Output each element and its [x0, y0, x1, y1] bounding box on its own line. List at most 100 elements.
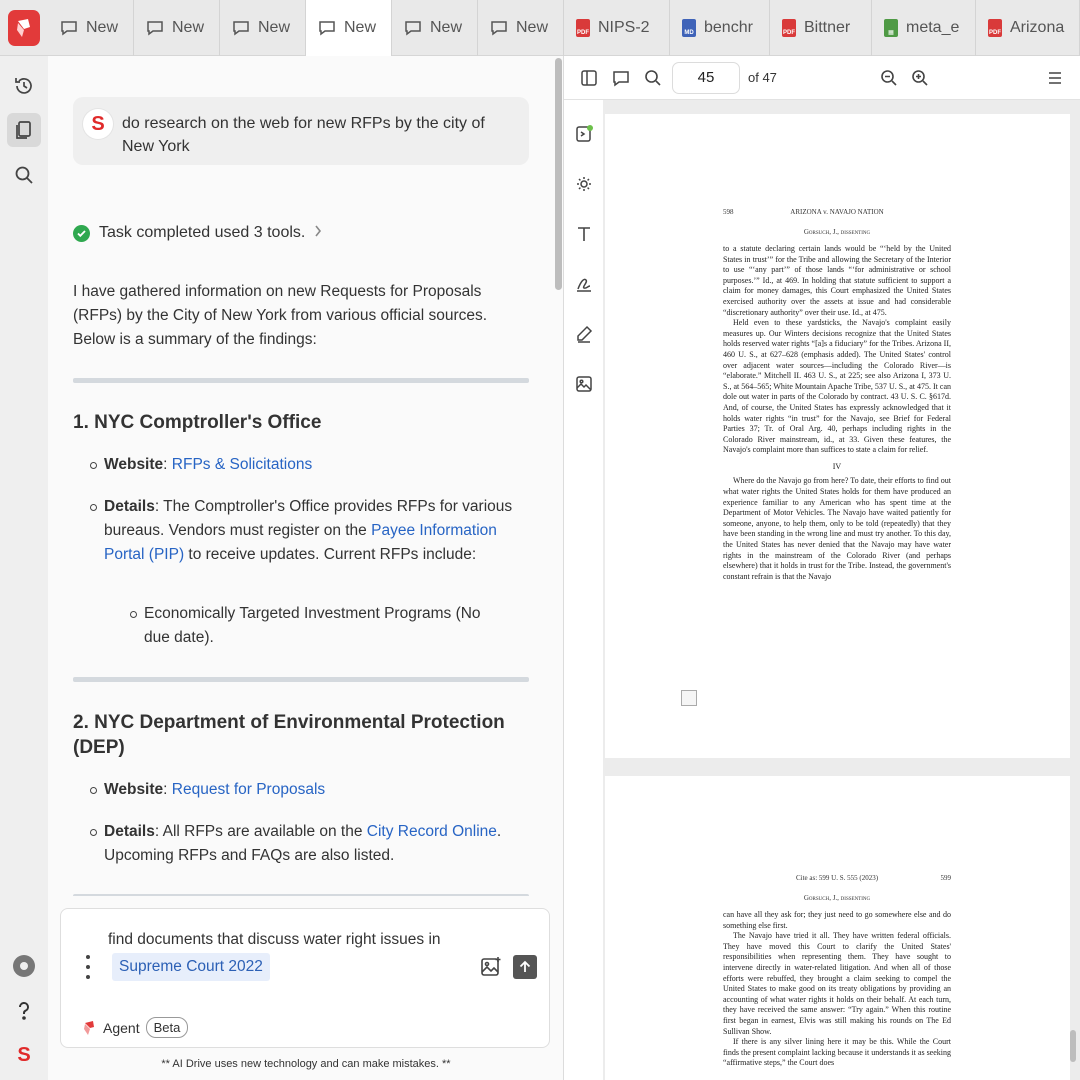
chat-panel: S do research on the web for new RFPs by…: [48, 56, 564, 1080]
paragraph: can have all they ask for; they just nee…: [723, 910, 951, 930]
tab-label: New: [516, 19, 549, 36]
citation-line: Cite as: 599 U. S. 555 (2023): [795, 874, 879, 882]
tab-2[interactable]: New: [134, 0, 220, 56]
broken-image-icon: [681, 690, 697, 706]
beta-badge: Beta: [145, 1017, 189, 1038]
tab-label: New: [172, 19, 205, 36]
sidebar-toggle-icon[interactable]: [579, 68, 599, 88]
tab-label: New: [430, 19, 463, 36]
pdf-annotation-tools: [564, 100, 604, 1080]
running-head: ARIZONA v. NAVAJO NATION: [790, 208, 884, 216]
text-tool-icon[interactable]: [574, 224, 594, 244]
search-icon[interactable]: [643, 68, 663, 88]
section-divider: [73, 894, 529, 896]
ai-disclaimer: ** AI Drive uses new technology and can …: [161, 1058, 451, 1070]
section-title: 1. NYC Comptroller's Office: [73, 412, 322, 433]
author-line: Gorsuch, J., dissenting: [803, 228, 871, 236]
pdf-document-view[interactable]: 598 ARIZONA v. NAVAJO NATION Gorsuch, J.…: [604, 100, 1080, 1080]
documents-button[interactable]: [7, 113, 41, 147]
help-button[interactable]: [7, 993, 41, 1027]
paragraph: If there is any silver lining here it ma…: [723, 1037, 951, 1068]
pdf-page: 598 ARIZONA v. NAVAJO NATION Gorsuch, J.…: [605, 114, 1070, 758]
bullet-label: Details: [104, 498, 155, 515]
user-avatar-button[interactable]: S: [7, 1038, 41, 1072]
chat-icon: [491, 21, 507, 36]
tab-3[interactable]: New: [220, 0, 306, 56]
search-icon: [15, 166, 33, 184]
send-button[interactable]: [513, 955, 537, 979]
rfp-solicitations-link[interactable]: RFPs & Solicitations: [172, 456, 312, 473]
image-upload-button[interactable]: [479, 955, 503, 979]
chat-icon: [319, 21, 335, 36]
list-item: Economically Targeted Investment Program…: [130, 602, 494, 650]
brightness-icon[interactable]: [574, 174, 594, 194]
comment-icon[interactable]: [611, 68, 631, 88]
user-avatar: S: [17, 1043, 31, 1066]
pdf-file-icon: PDF: [782, 19, 796, 37]
list-item: Website: Request for Proposals: [90, 778, 524, 802]
bullet-text: : All RFPs are available on the: [154, 823, 367, 840]
agent-mode-selector[interactable]: Agent Beta: [83, 1017, 189, 1038]
ai-assist-icon[interactable]: [574, 124, 594, 144]
chevron-right-icon[interactable]: [314, 224, 322, 242]
page-number: 598: [723, 208, 734, 216]
user-avatar: S: [83, 109, 113, 139]
chat-input-box[interactable]: find documents that discuss water right …: [60, 908, 550, 1048]
gear-icon: [13, 955, 35, 977]
zoom-in-icon[interactable]: [910, 68, 930, 88]
bullet-label: Website: [104, 781, 164, 798]
page-total: of 47: [748, 70, 777, 85]
tab-1[interactable]: New: [48, 0, 134, 56]
search-button[interactable]: [7, 158, 41, 192]
chat-scrollbar[interactable]: [554, 56, 563, 956]
tab-bar: New New New New New New PDF NIPS-2 MD benchr PDF Bi…: [0, 0, 1080, 56]
bullet-label: Website: [104, 456, 164, 473]
list-item: Details: The Comptroller's Office provid…: [90, 495, 524, 567]
paragraph: Held even to these yardsticks, the Navaj…: [723, 318, 951, 455]
tab-4[interactable]: New: [306, 0, 392, 56]
tab-7[interactable]: PDF NIPS-2: [564, 0, 670, 56]
tab-label: meta_e: [906, 19, 960, 36]
settings-button[interactable]: [7, 949, 41, 983]
section-mark: IV: [832, 461, 842, 471]
search-scope-chip[interactable]: Supreme Court 2022: [112, 953, 270, 981]
chat-icon: [147, 21, 163, 36]
section-divider: [73, 378, 529, 383]
menu-icon[interactable]: [1045, 68, 1065, 88]
tab-10[interactable]: ▦ meta_e: [872, 0, 976, 56]
documents-icon: [16, 121, 31, 139]
tab-label: New: [258, 19, 291, 36]
dep-rfp-link[interactable]: Request for Proposals: [172, 781, 325, 798]
tab-8[interactable]: MD benchr: [670, 0, 770, 56]
signature-icon[interactable]: [574, 274, 594, 294]
tab-5[interactable]: New: [392, 0, 478, 56]
chat-transcript[interactable]: S do research on the web for new RFPs by…: [48, 56, 552, 896]
app-logo[interactable]: [8, 10, 40, 46]
pdf-scroll-thumb[interactable]: [1070, 1030, 1076, 1062]
arrow-up-icon: [519, 960, 531, 972]
city-record-link[interactable]: City Record Online: [367, 823, 497, 840]
page-number-input[interactable]: 45: [672, 62, 740, 94]
tab-11[interactable]: PDF Arizona: [976, 0, 1080, 56]
page-body: can have all they ask for; they just nee…: [723, 910, 951, 1069]
tab-6[interactable]: New: [478, 0, 564, 56]
page-header: 598 ARIZONA v. NAVAJO NATION: [723, 208, 951, 216]
task-status-row[interactable]: Task completed used 3 tools.: [73, 222, 322, 244]
chat-scroll-thumb[interactable]: [555, 58, 562, 290]
zoom-out-icon[interactable]: [879, 68, 899, 88]
history-button[interactable]: [7, 69, 41, 103]
tab-label: Bittner: [804, 19, 851, 36]
image-icon[interactable]: [574, 374, 594, 394]
tab-label: NIPS-2: [598, 19, 650, 36]
spreadsheet-file-icon: ▦: [884, 19, 898, 37]
more-options-icon[interactable]: [83, 955, 93, 979]
sub-item-text: Economically Targeted Investment Program…: [144, 605, 481, 646]
chat-input-text[interactable]: find documents that discuss water right …: [108, 931, 441, 949]
tab-label: Arizona: [1010, 19, 1065, 36]
check-circle-icon: [73, 224, 90, 242]
bullet-label: Details: [104, 823, 155, 840]
pen-icon[interactable]: [574, 324, 594, 344]
pdf-toolbar: 45 of 47: [564, 56, 1080, 100]
pdf-file-icon: PDF: [988, 19, 1002, 37]
tab-9[interactable]: PDF Bittner: [770, 0, 872, 56]
